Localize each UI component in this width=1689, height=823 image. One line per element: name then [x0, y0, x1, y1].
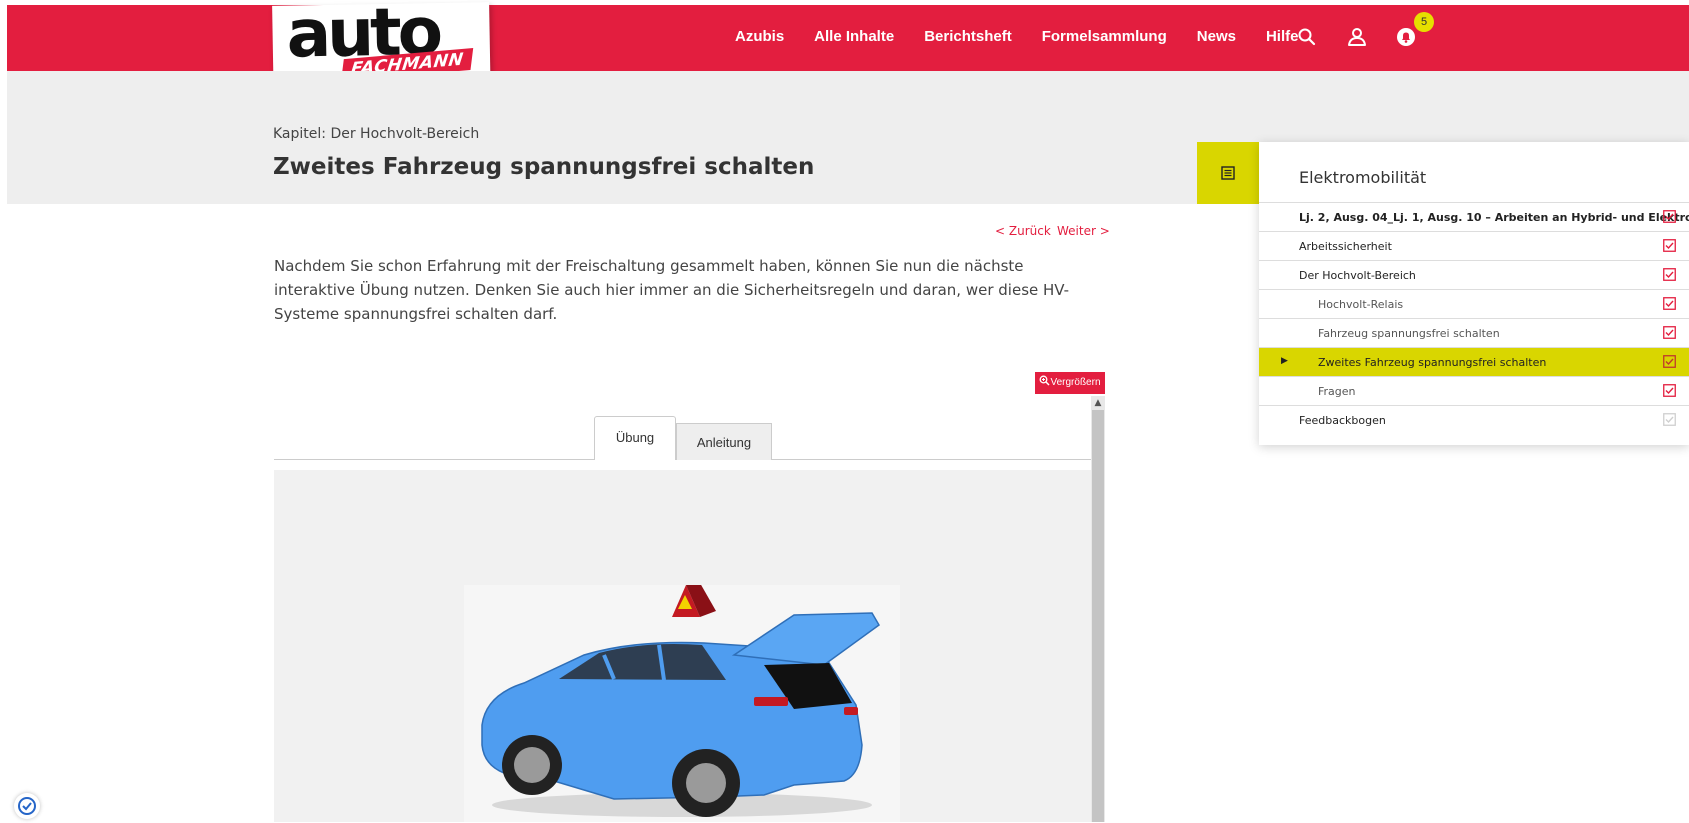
page-title: Zweites Fahrzeug spannungsfrei schalten — [273, 154, 815, 180]
toc-item-label: Feedbackbogen — [1299, 414, 1386, 427]
scroll-up-arrow[interactable]: ▲ — [1092, 396, 1104, 410]
toc-item-label: Fragen — [1318, 385, 1356, 398]
chapter-label: Kapitel: Der Hochvolt-Bereich — [273, 126, 480, 142]
toc-item[interactable]: Feedbackbogen — [1259, 405, 1689, 435]
toc-item-label: Der Hochvolt-Bereich — [1299, 269, 1416, 282]
current-item-marker-icon: ▶ — [1281, 356, 1288, 366]
checkbox-icon[interactable] — [1663, 326, 1676, 339]
user-icon[interactable] — [1346, 26, 1368, 48]
nav-news[interactable]: News — [1197, 28, 1236, 45]
checkbox-icon[interactable] — [1663, 384, 1676, 397]
zoom-icon — [1040, 375, 1051, 386]
table-of-contents: Elektromobilität Lj. 2, Ausg. 04_Lj. 1, … — [1259, 142, 1689, 445]
toc-item-label: Arbeitssicherheit — [1299, 240, 1392, 253]
cookie-consent-button[interactable] — [14, 793, 40, 819]
nav-berichtsheft[interactable]: Berichtsheft — [924, 28, 1012, 45]
list-icon — [1221, 166, 1235, 180]
search-icon[interactable] — [1296, 26, 1318, 48]
toc-toggle-button[interactable] — [1197, 142, 1259, 204]
toc-item-label: Zweites Fahrzeug spannungsfrei schalten — [1318, 356, 1547, 369]
toc-item[interactable]: Der Hochvolt-Bereich — [1259, 260, 1689, 290]
checkbox-icon[interactable] — [1663, 239, 1676, 252]
toc-item[interactable]: Arbeitssicherheit — [1259, 231, 1689, 261]
nav-alle-inhalte[interactable]: Alle Inhalte — [814, 28, 894, 45]
intro-text: Nachdem Sie schon Erfahrung mit der Frei… — [274, 257, 1070, 323]
scrollbar-thumb[interactable] — [1092, 410, 1104, 822]
next-link[interactable]: Weiter > — [1057, 224, 1110, 238]
tab-uebung[interactable]: Übung — [594, 416, 676, 460]
toc-title: Elektromobilität — [1299, 168, 1427, 187]
toc-item-label: Fahrzeug spannungsfrei schalten — [1318, 327, 1500, 340]
tab-anleitung[interactable]: Anleitung — [676, 423, 772, 460]
car-illustration[interactable] — [464, 585, 900, 822]
back-link[interactable]: < Zurück — [995, 224, 1051, 238]
nav-azubis[interactable]: Azubis — [735, 28, 784, 45]
shield-check-icon — [18, 797, 36, 815]
checkbox-icon[interactable] — [1663, 355, 1676, 368]
toc-item[interactable]: Fahrzeug spannungsfrei schalten — [1259, 318, 1689, 348]
toc-item-label: Lj. 2, Ausg. 04_Lj. 1, Ausg. 10 – Arbeit… — [1299, 211, 1689, 224]
toc-item[interactable]: ▶ Zweites Fahrzeug spannungsfrei schalten — [1259, 347, 1689, 377]
notification-bell-icon[interactable] — [1395, 26, 1417, 48]
toc-item[interactable]: Fragen — [1259, 376, 1689, 406]
frame-scrollbar[interactable]: ▲ — [1091, 396, 1105, 822]
checkbox-icon[interactable] — [1663, 210, 1676, 223]
toc-item-label: Hochvolt-Relais — [1318, 298, 1404, 311]
notification-badge: 5 — [1414, 12, 1434, 32]
zoom-label: Vergrößern — [1050, 377, 1101, 388]
nav-hilfe[interactable]: Hilfe — [1266, 28, 1299, 45]
main-nav: Azubis Alle Inhalte Berichtsheft Formels… — [735, 28, 1328, 45]
toc-item[interactable]: Hochvolt-Relais — [1259, 289, 1689, 319]
checkbox-icon[interactable] — [1663, 268, 1676, 281]
nav-formelsammlung[interactable]: Formelsammlung — [1042, 28, 1167, 45]
checkbox-icon[interactable] — [1663, 413, 1676, 426]
zoom-button[interactable]: Vergrößern — [1035, 372, 1105, 394]
checkbox-icon[interactable] — [1663, 297, 1676, 310]
toc-item[interactable]: Lj. 2, Ausg. 04_Lj. 1, Ausg. 10 – Arbeit… — [1259, 202, 1689, 232]
